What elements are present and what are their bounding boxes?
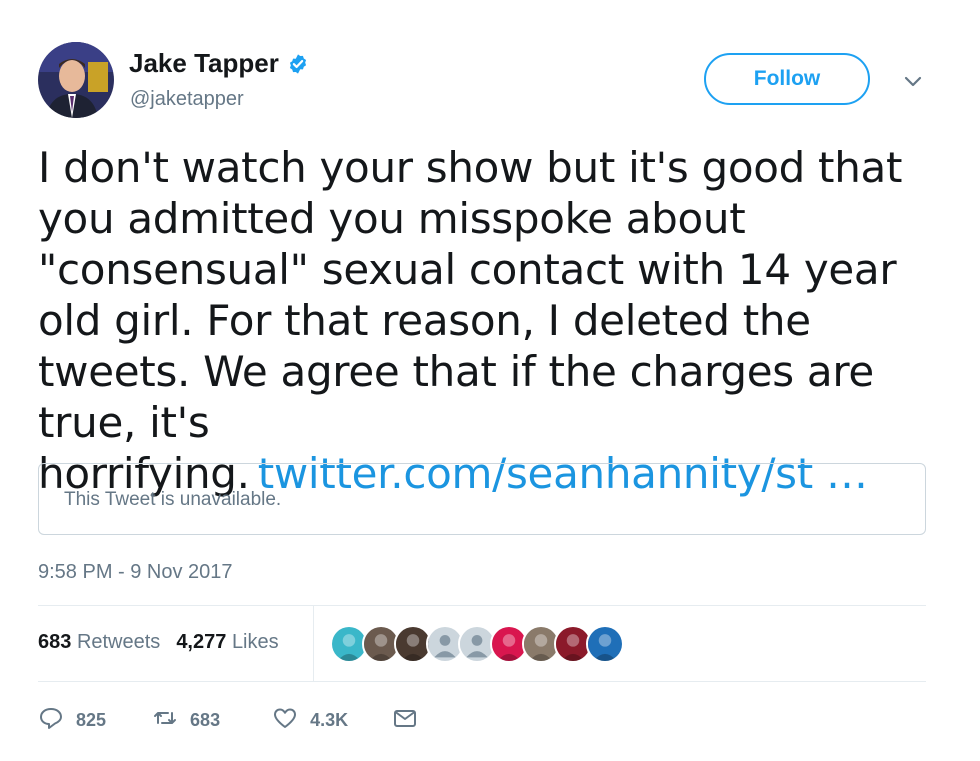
- heart-icon: [272, 705, 298, 736]
- author-name-row[interactable]: Jake Tapper: [129, 48, 309, 79]
- tweet-text: I don't watch your show but it's good th…: [38, 142, 938, 499]
- reply-button[interactable]: 825: [38, 705, 106, 736]
- chevron-down-icon[interactable]: [898, 66, 928, 96]
- divider: [38, 681, 926, 682]
- envelope-icon: [392, 705, 418, 736]
- quoted-tweet-card[interactable]: This Tweet is unavailable.: [38, 463, 926, 535]
- retweets-count: 683: [38, 631, 72, 653]
- reply-icon: [38, 705, 64, 736]
- direct-message-button[interactable]: [392, 705, 418, 736]
- likes-stat[interactable]: 4,277 Likes: [176, 631, 278, 654]
- author-handle[interactable]: @jaketapper: [130, 88, 244, 111]
- retweets-label: Retweets: [76, 631, 161, 653]
- author-display-name[interactable]: Jake Tapper: [129, 48, 279, 79]
- likes-label: Likes: [231, 631, 279, 653]
- quoted-tweet-unavailable-text: This Tweet is unavailable.: [64, 489, 282, 510]
- follow-button[interactable]: Follow: [704, 53, 870, 105]
- likes-count: 4,277: [176, 631, 227, 653]
- reply-count: 825: [76, 710, 107, 730]
- retweet-count: 683: [190, 710, 221, 730]
- tweet-body: I don't watch your show but it's good th…: [38, 143, 903, 498]
- like-count: 4.3K: [310, 710, 349, 730]
- retweet-button[interactable]: 683: [152, 705, 220, 736]
- stats-divider: [313, 606, 314, 681]
- liker-avatars: [330, 625, 624, 663]
- tweet-timestamp[interactable]: 9:58 PM - 9 Nov 2017: [38, 561, 233, 584]
- like-button[interactable]: 4.3K: [272, 705, 348, 736]
- verified-badge-icon: [287, 53, 309, 75]
- liker-avatar[interactable]: [586, 625, 624, 663]
- tweet-stats: 683 Retweets 4,277 Likes: [38, 631, 279, 654]
- retweets-stat[interactable]: 683 Retweets: [38, 631, 160, 654]
- divider: [38, 605, 926, 606]
- profile-avatar[interactable]: [38, 42, 114, 118]
- retweet-icon: [152, 705, 178, 736]
- tweet-actions: 825 683 4.3K: [38, 705, 418, 736]
